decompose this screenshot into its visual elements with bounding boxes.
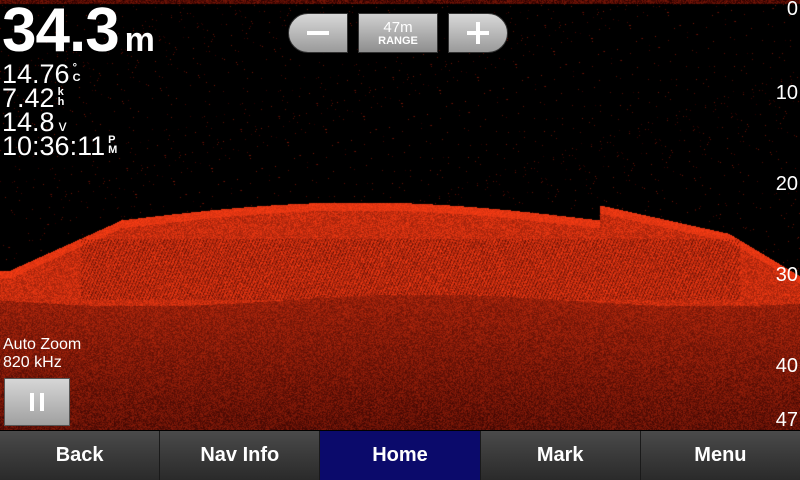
temperature-unit-bottom: C [72,72,81,84]
depth-scale-label: 47 [775,409,798,431]
pause-icon [30,393,44,411]
range-caption: RANGE [378,34,418,47]
plus-icon [467,22,489,44]
time-readout: 10:36:11 P M [2,131,155,161]
zoom-mode-label: Auto Zoom [3,336,82,353]
depth-scale-label: 0 [786,0,798,20]
range-increase-button[interactable] [448,13,508,53]
softkey-bar: Back Nav Info Home Mark Menu [0,431,800,480]
depth-unit: m [124,21,155,59]
data-readouts: 34.3 m 14.76 ° C 7.42 k h 14.8 v 10:36:1… [2,0,155,161]
time-unit: P M [108,135,118,156]
range-control: 47m RANGE [288,13,508,53]
depth-readout: 34.3 m [2,0,155,62]
temperature-unit: ° C [72,63,81,84]
pause-button[interactable] [4,378,70,426]
back-button[interactable]: Back [0,431,161,480]
sonar-mode: Auto Zoom 820 kHz [3,336,81,372]
depth-scale-label: 20 [775,173,798,195]
range-display: 47m RANGE [358,13,438,53]
speed-unit-bottom: h [57,96,65,108]
frequency-label: 820 kHz [3,354,62,371]
minus-icon [307,31,329,35]
depth-scale: 0 10 20 30 40 47 [760,0,800,431]
range-decrease-button[interactable] [288,13,348,53]
depth-scale-label: 10 [775,82,798,104]
time-unit-bottom: M [108,144,118,156]
depth-value: 34.3 [2,0,120,65]
home-button[interactable]: Home [320,431,481,480]
nav-info-button[interactable]: Nav Info [160,431,321,480]
speed-unit: k h [57,87,65,108]
depth-scale-label: 40 [775,355,798,377]
time-value: 10:36:11 [2,131,106,161]
menu-button[interactable]: Menu [641,431,800,480]
depth-scale-label: 30 [775,264,798,286]
range-value: 47m [383,18,413,36]
mark-button[interactable]: Mark [481,431,641,480]
